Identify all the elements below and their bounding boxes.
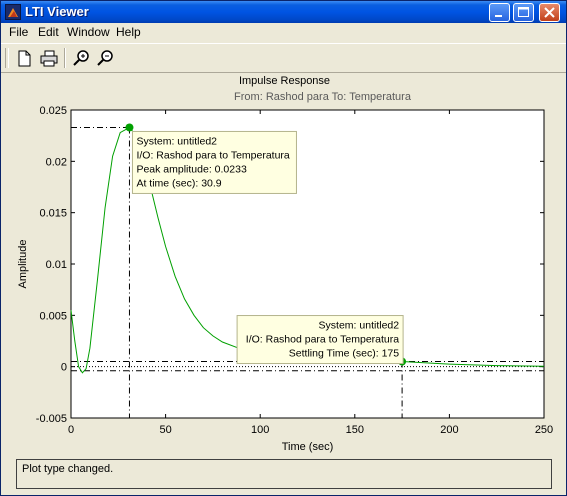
data-tip-line: System: untitled2 [319,320,400,332]
x-tick-label: 100 [251,424,269,436]
data-tip-line: Settling Time (sec): 175 [289,348,399,360]
y-tick-label: 0.01 [46,259,67,271]
menu-edit[interactable]: Edit [38,25,59,39]
data-tip-line: System: untitled2 [136,135,217,147]
toolbar [1,43,566,73]
status-bar: Plot type changed. [16,459,552,489]
x-tick-label: 250 [535,424,553,436]
y-tick-label: 0 [61,362,67,374]
x-tick-label: 200 [440,424,458,436]
impulse-response-chart[interactable]: 0 50 100 150 200 250-0.00500.0050.010.0150.02… [1,72,567,458]
peak-marker[interactable] [125,123,134,132]
y-tick-label: -0.005 [36,413,67,425]
close-button[interactable] [539,3,560,22]
window-title: LTI Viewer [25,4,89,19]
data-tip-line: I/O: Rashod para to Temperatura [136,149,289,161]
minimize-button[interactable] [489,3,510,22]
title-bar[interactable]: LTI Viewer [1,1,566,23]
zoom-in-icon[interactable] [71,48,93,68]
x-axis-label: Time (sec) [282,441,334,453]
menu-window[interactable]: Window [67,25,110,39]
status-text: Plot type changed. [22,463,114,475]
maximize-button[interactable] [513,3,534,22]
toolbar-separator [64,48,66,68]
menu-help[interactable]: Help [116,25,141,39]
y-tick-label: 0.02 [46,156,67,168]
x-tick-label: 50 [159,424,171,436]
x-tick-label: 0 [68,424,74,436]
y-tick-label: 0.025 [39,105,67,117]
matlab-icon [5,4,21,20]
new-file-icon[interactable] [13,48,35,68]
menu-file[interactable]: File [9,25,28,39]
print-icon[interactable] [38,48,60,68]
lti-viewer-window: LTI Viewer File Edit Window Help Impulse… [0,0,567,496]
data-tip-line: Peak amplitude: 0.0233 [136,163,246,175]
data-tip-line: At time (sec): 30.9 [136,177,221,189]
data-tip-line: I/O: Rashod para to Temperatura [246,334,399,346]
x-tick-label: 150 [346,424,364,436]
y-tick-label: 0.005 [39,310,67,322]
y-tick-label: 0.015 [39,208,67,220]
zoom-out-icon[interactable] [95,48,117,68]
y-axis-label: Amplitude [17,240,29,289]
menu-bar: File Edit Window Help [1,23,566,42]
toolbar-grip[interactable] [5,48,9,68]
